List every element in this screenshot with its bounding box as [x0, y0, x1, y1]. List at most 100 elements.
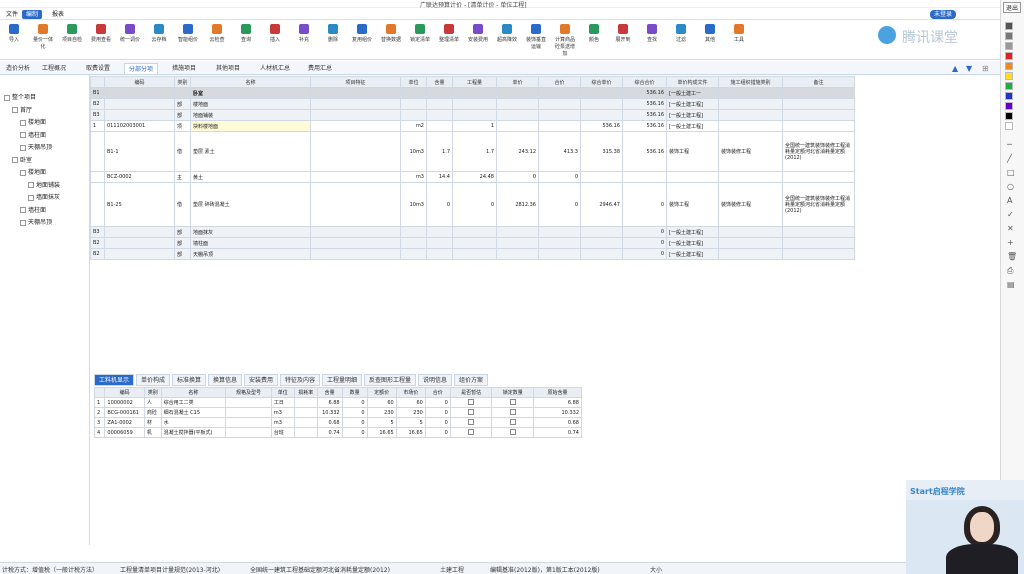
- resource-cell[interactable]: [225, 397, 272, 408]
- tab-2[interactable]: 取费设置: [82, 63, 114, 74]
- draw-tool-icon[interactable]: ─: [1007, 140, 1012, 149]
- lower-tab-9[interactable]: 组价方案: [454, 374, 489, 386]
- table-row[interactable]: B3 部地面铺装 536.16 [一般土建工程]: [90, 109, 855, 121]
- ribbon-button-8[interactable]: 查询: [234, 24, 258, 43]
- resource-row[interactable]: 1 10000002 人综合用工二类 工日 6.88 0 60 60 0 6.88: [93, 397, 582, 408]
- lower-tab-2[interactable]: 标准换算: [172, 374, 207, 386]
- resource-row[interactable]: 2 BCG-000161 商砼 细石混凝土 C15 m3 10.332 0 230 230 0 10…: [93, 407, 582, 418]
- grid-header[interactable]: 综合合价: [622, 76, 667, 88]
- ribbon-button-10[interactable]: 补充: [292, 24, 316, 43]
- grid-cell-feat[interactable]: [310, 237, 401, 249]
- draw-tool-icon[interactable]: ✕: [1007, 224, 1014, 233]
- ribbon-button-21[interactable]: 展开到: [611, 24, 635, 43]
- resource-cell[interactable]: [225, 427, 272, 438]
- grid-cell-amount[interactable]: 24.48: [452, 171, 497, 183]
- grid-cell-name[interactable]: 垫层 素土: [190, 131, 311, 172]
- checkbox[interactable]: [509, 399, 516, 406]
- grid-cell-feat[interactable]: [310, 131, 401, 172]
- checkbox[interactable]: [468, 429, 475, 436]
- ribbon-button-20[interactable]: 颜色: [582, 24, 606, 43]
- color-swatch[interactable]: [1005, 52, 1013, 60]
- resource-cell[interactable]: [225, 407, 272, 418]
- lower-tab-4[interactable]: 安装费用: [244, 374, 279, 386]
- menu-edit[interactable]: 编制: [22, 10, 43, 19]
- checkbox[interactable]: [509, 409, 516, 416]
- move-down-icon[interactable]: ▼: [966, 64, 972, 73]
- draw-tool-icon[interactable]: A: [1007, 196, 1012, 205]
- resource-row[interactable]: 4 00006059 机混凝土搅拌器(平板式) 台班 0.74 0 16.65 16.65 0 0…: [93, 427, 582, 438]
- draw-tool-icon[interactable]: ╱: [1007, 154, 1012, 163]
- ribbon-button-5[interactable]: 云存档: [147, 24, 171, 43]
- grid-cell-amount[interactable]: [452, 226, 497, 238]
- filter-icon[interactable]: ⊞: [982, 64, 989, 73]
- lower-tab-8[interactable]: 说明信息: [418, 374, 453, 386]
- grid-header[interactable]: 单价: [496, 76, 539, 88]
- grid-cell-amount[interactable]: [452, 98, 497, 110]
- resource-header[interactable]: 名称: [160, 387, 227, 398]
- grid-header[interactable]: 施工组织措施类别: [718, 76, 783, 88]
- color-swatch[interactable]: [1005, 42, 1013, 50]
- tree-node[interactable]: 天棚吊顶: [20, 218, 52, 227]
- ribbon-button-18[interactable]: 装饰垂直运输: [524, 24, 548, 50]
- table-row[interactable]: BCZ-0002 主黄土 m3 14.4 24.48 0 0: [90, 171, 855, 183]
- resource-header[interactable]: 锁定数量: [491, 387, 535, 398]
- color-swatch[interactable]: [1005, 32, 1013, 40]
- grid-cell-amount[interactable]: [452, 109, 497, 121]
- grid-cell-feat[interactable]: [310, 248, 401, 260]
- tree-node[interactable]: 整个项目: [4, 93, 36, 102]
- resource-header[interactable]: 损耗率: [293, 387, 318, 398]
- resource-header[interactable]: 原始含量: [533, 387, 582, 398]
- tree-node[interactable]: 墙柱面: [20, 131, 46, 140]
- ribbon-button-13[interactable]: 替换数据: [379, 24, 403, 43]
- grid-cell-feat[interactable]: [310, 182, 401, 227]
- tab-7[interactable]: 费用汇总: [304, 63, 336, 74]
- table-row[interactable]: B1-1 借垫层 素土 10m3 1.7 1.7 243.12 413.3 315.38 536…: [90, 131, 855, 172]
- grid-header[interactable]: 含量: [426, 76, 453, 88]
- lower-tab-3[interactable]: 换算信息: [208, 374, 243, 386]
- ribbon-button-24[interactable]: 其他: [698, 24, 722, 43]
- menu-report[interactable]: 报表: [48, 10, 68, 19]
- draw-tool-icon[interactable]: ✓: [1007, 210, 1014, 219]
- grid-cell-amount[interactable]: [452, 248, 497, 260]
- lower-tab-1[interactable]: 单价构成: [136, 374, 171, 386]
- resource-row[interactable]: 3 ZA1-0002 材水 m3 0.68 0 5 5 0 0.68: [93, 417, 582, 428]
- tree-node[interactable]: 首厅: [12, 106, 32, 115]
- checkbox[interactable]: [468, 419, 475, 426]
- tree-node[interactable]: 楼地面: [20, 118, 46, 127]
- color-swatch[interactable]: [1005, 72, 1013, 80]
- ribbon-button-15[interactable]: 整理清单: [437, 24, 461, 43]
- login-button[interactable]: 未登录: [930, 10, 957, 19]
- color-swatch[interactable]: [1005, 112, 1013, 120]
- resource-header[interactable]: 数量: [341, 387, 368, 398]
- grid-cell-amount[interactable]: [452, 237, 497, 249]
- resource-header[interactable]: 是否暂估: [449, 387, 493, 398]
- ribbon-button-3[interactable]: 费用查看: [89, 24, 113, 43]
- tree-node[interactable]: 卧室: [12, 156, 32, 165]
- draw-tool-icon[interactable]: ○: [1007, 182, 1014, 191]
- grid-cell-name[interactable]: 块料楼地面: [190, 120, 311, 132]
- grid-header[interactable]: 项目特征: [310, 76, 401, 88]
- grid-cell-amount[interactable]: 1: [452, 120, 497, 132]
- tree-node[interactable]: 天棚吊顶: [20, 143, 52, 152]
- ribbon-button-1[interactable]: 量价一体化: [31, 24, 55, 50]
- tab-3[interactable]: 分部分项: [124, 63, 159, 74]
- draw-tool-icon[interactable]: □: [1007, 168, 1015, 177]
- grid-cell-name[interactable]: 卧室: [190, 87, 311, 99]
- grid-cell-name[interactable]: 垫层 碎砖混凝土: [190, 182, 311, 227]
- grid-header[interactable]: 综合单价: [580, 76, 623, 88]
- table-row[interactable]: B1 卧室 536.16 [一般土建工一: [90, 87, 855, 99]
- checkbox[interactable]: [509, 429, 516, 436]
- grid-header[interactable]: 编码: [104, 76, 175, 88]
- color-swatch[interactable]: [1005, 62, 1013, 70]
- draw-tool-icon[interactable]: +: [1007, 238, 1014, 247]
- lower-tab-6[interactable]: 工程量明细: [322, 374, 363, 386]
- grid-cell-feat[interactable]: [310, 226, 401, 238]
- ribbon-button-16[interactable]: 安装费用: [466, 24, 490, 43]
- ribbon-button-25[interactable]: 工具: [727, 24, 751, 43]
- resource-header[interactable]: 定额价: [366, 387, 397, 398]
- grid-header[interactable]: 备注: [782, 76, 855, 88]
- tab-5[interactable]: 其他项目: [212, 63, 244, 74]
- draw-tool-icon[interactable]: 🗑: [1007, 252, 1017, 261]
- color-swatch[interactable]: [1005, 82, 1013, 90]
- resource-header[interactable]: 规格及型号: [225, 387, 272, 398]
